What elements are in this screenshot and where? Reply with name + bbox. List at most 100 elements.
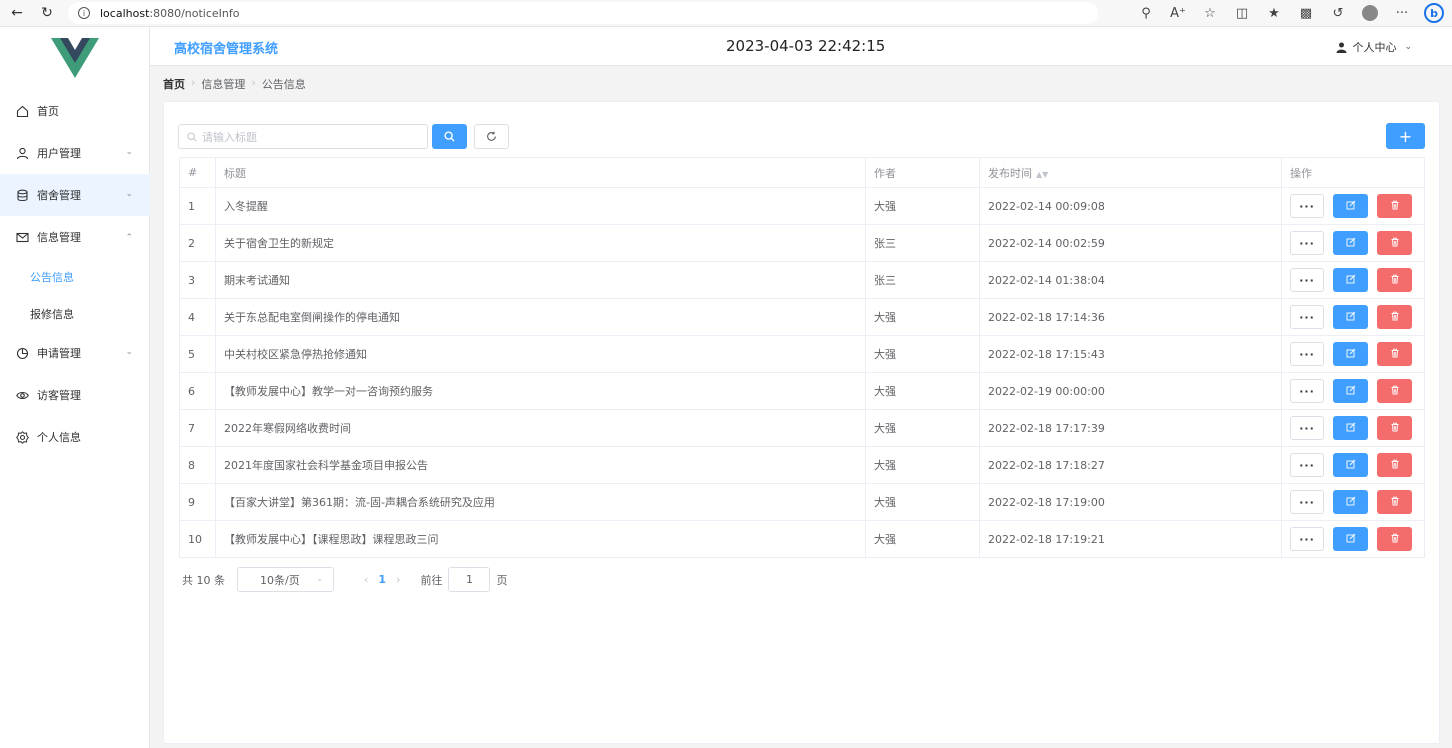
favorite-add-icon[interactable]: ☆ — [1200, 3, 1220, 23]
search-button[interactable] — [432, 124, 467, 149]
delete-button[interactable] — [1377, 379, 1412, 403]
cell-title: 关于东总配电室倒闸操作的停电通知 — [215, 298, 866, 336]
table-row: 6 【教师发展中心】教学一对一咨询预约服务 大强 2022-02-19 00:00:0… — [179, 372, 1425, 410]
table-row: 2 关于宿舍卫生的新规定 张三 2022-02-14 00:02:59 ··· — [179, 224, 1425, 262]
chevron-down-icon: ⌄ — [1404, 42, 1412, 52]
breadcrumb: 首页 › 信息管理 › 公告信息 — [163, 76, 306, 92]
edit-icon — [1346, 496, 1356, 509]
edit-button[interactable] — [1333, 342, 1368, 366]
sidebar-item-applications[interactable]: 申请管理 ⌄ — [0, 332, 150, 374]
cell-title: 关于宿舍卫生的新规定 — [215, 224, 866, 262]
user-center-dropdown[interactable]: 个人中心 ⌄ — [1336, 39, 1412, 55]
sidebar-item-visitors[interactable]: 访客管理 — [0, 374, 150, 416]
history-icon[interactable]: ↺ — [1328, 3, 1348, 23]
cell-title: 【百家大讲堂】第361期：流-固-声耦合系统研究及应用 — [215, 483, 866, 521]
edit-button[interactable] — [1333, 379, 1368, 403]
more-button[interactable]: ··· — [1290, 194, 1324, 218]
next-page-icon[interactable]: › — [396, 573, 400, 586]
page-number[interactable]: 1 — [378, 573, 386, 586]
cell-title: 入冬提醒 — [215, 187, 866, 225]
more-options-icon[interactable]: ··· — [1392, 3, 1412, 23]
sidebar-item-home[interactable]: 首页 — [0, 90, 150, 132]
reset-button[interactable] — [474, 124, 509, 149]
delete-button[interactable] — [1377, 342, 1412, 366]
cell-title: 中关村校区紧急停热抢修通知 — [215, 335, 866, 373]
edit-button[interactable] — [1333, 231, 1368, 255]
profile-avatar-icon[interactable] — [1360, 3, 1380, 23]
pagination-total: 共 10 条 — [182, 573, 225, 587]
sidebar-item-info[interactable]: 信息管理 ⌃ — [0, 216, 150, 258]
more-button[interactable]: ··· — [1290, 231, 1324, 255]
row-actions: ··· — [1290, 527, 1424, 551]
delete-icon — [1390, 200, 1400, 213]
more-button[interactable]: ··· — [1290, 490, 1324, 514]
delete-button[interactable] — [1377, 231, 1412, 255]
cell-index: 7 — [179, 409, 216, 447]
mail-icon — [15, 230, 29, 244]
sidebar-item-label: 信息管理 — [37, 231, 81, 244]
edit-button[interactable] — [1333, 416, 1368, 440]
search-input[interactable]: 请输入标题 — [178, 124, 428, 149]
reload-icon[interactable]: ↻ — [34, 2, 60, 24]
cell-actions: ··· — [1281, 261, 1425, 299]
info-icon[interactable]: i — [78, 7, 90, 19]
prev-page-icon[interactable]: ‹ — [364, 573, 368, 586]
bing-icon[interactable]: b — [1424, 3, 1444, 23]
vue-logo — [51, 38, 99, 78]
cell-author: 大强 — [865, 446, 980, 484]
column-header-time[interactable]: 发布时间 ▲▼ — [979, 157, 1282, 188]
delete-button[interactable] — [1377, 527, 1412, 551]
cell-actions: ··· — [1281, 224, 1425, 262]
table-body: 1 入冬提醒 大强 2022-02-14 00:09:08 ··· 2 关于宿舍卫生的新规定… — [179, 187, 1425, 558]
refresh-icon — [487, 131, 496, 141]
user-center-label: 个人中心 — [1352, 41, 1397, 54]
sidebar-item-label: 用户管理 — [37, 147, 81, 160]
more-button[interactable]: ··· — [1290, 416, 1324, 440]
edit-button[interactable] — [1333, 194, 1368, 218]
cell-time: 2022-02-14 01:38:04 — [979, 261, 1282, 299]
edit-icon — [1346, 200, 1356, 213]
more-button[interactable]: ··· — [1290, 342, 1324, 366]
delete-button[interactable] — [1377, 416, 1412, 440]
read-aloud-icon[interactable]: A⁺ — [1168, 3, 1188, 23]
edit-button[interactable] — [1333, 490, 1368, 514]
sidebar-item-label: 访客管理 — [37, 389, 81, 402]
column-header-index: # — [179, 157, 216, 188]
delete-button[interactable] — [1377, 194, 1412, 218]
chevron-down-icon: ⌄ — [125, 189, 133, 199]
more-button[interactable]: ··· — [1290, 379, 1324, 403]
page-size-select[interactable]: 10条/页 ⌄ — [237, 567, 334, 592]
goto-page-input[interactable]: 1 — [448, 567, 491, 592]
delete-button[interactable] — [1377, 305, 1412, 329]
back-icon[interactable]: ← — [4, 2, 30, 24]
cell-actions: ··· — [1281, 446, 1425, 484]
more-button[interactable]: ··· — [1290, 305, 1324, 329]
split-screen-icon[interactable]: ◫ — [1232, 3, 1252, 23]
sort-icon[interactable]: ▲▼ — [1036, 170, 1048, 179]
url-path: :8080/noticeInfo — [149, 6, 240, 20]
delete-button[interactable] — [1377, 268, 1412, 292]
delete-button[interactable] — [1377, 453, 1412, 477]
sidebar-subitem-notice[interactable]: 公告信息 — [0, 258, 150, 295]
more-button[interactable]: ··· — [1290, 453, 1324, 477]
more-button[interactable]: ··· — [1290, 268, 1324, 292]
edit-button[interactable] — [1333, 268, 1368, 292]
address-bar[interactable]: i localhost:8080/noticeInfo — [68, 2, 1098, 24]
favorites-icon[interactable]: ★ — [1264, 3, 1284, 23]
breadcrumb-home[interactable]: 首页 — [163, 76, 185, 92]
sidebar-item-profile[interactable]: 个人信息 — [0, 416, 150, 458]
edit-button[interactable] — [1333, 305, 1368, 329]
more-icon: ··· — [1299, 495, 1315, 509]
sidebar-item-users[interactable]: 用户管理 ⌄ — [0, 132, 150, 174]
edit-button[interactable] — [1333, 453, 1368, 477]
collections-icon[interactable]: ▩ — [1296, 3, 1316, 23]
key-icon[interactable]: ⚲ — [1136, 3, 1156, 23]
sidebar-subitem-repair[interactable]: 报修信息 — [0, 295, 150, 332]
cell-author: 大强 — [865, 483, 980, 521]
more-icon: ··· — [1299, 236, 1315, 250]
delete-button[interactable] — [1377, 490, 1412, 514]
sidebar-item-dorms[interactable]: 宿舍管理 ⌄ — [0, 174, 150, 216]
edit-button[interactable] — [1333, 527, 1368, 551]
more-button[interactable]: ··· — [1290, 527, 1324, 551]
add-button[interactable]: + — [1386, 123, 1425, 149]
